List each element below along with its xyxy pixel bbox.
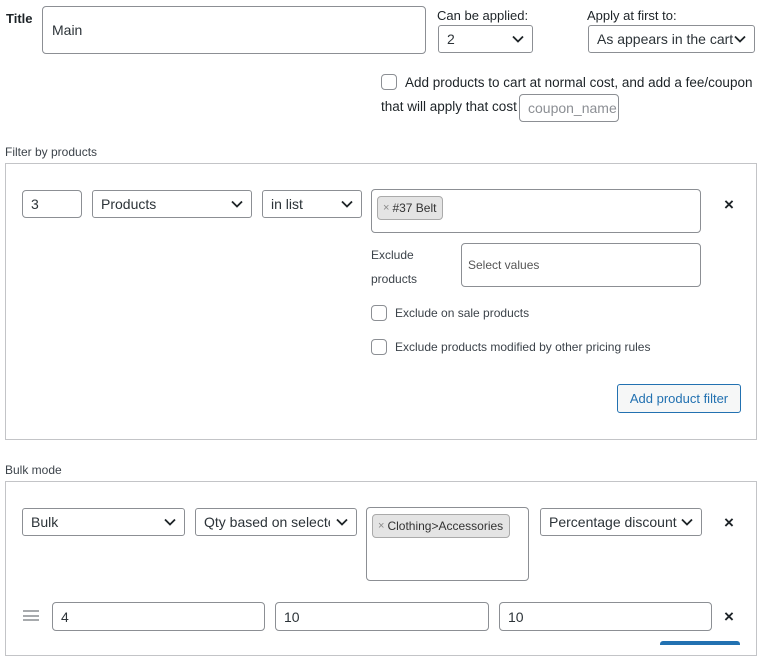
add-range-button[interactable] <box>660 641 740 645</box>
add-product-filter-button[interactable]: Add product filter <box>617 384 741 413</box>
qty-based-value: Qty based on selected categories <box>204 514 330 530</box>
remove-filter-icon[interactable]: × <box>724 196 734 213</box>
apply-first-label: Apply at first to: <box>587 8 677 23</box>
range-to-value: 10 <box>284 608 300 625</box>
exclude-modified-checkbox[interactable] <box>371 339 387 355</box>
bulk-mode-value: Bulk <box>31 514 59 530</box>
exclude-products-select[interactable]: Select values <box>461 243 701 287</box>
range-discount-input[interactable]: 10 <box>499 602 712 631</box>
remove-range-icon[interactable]: × <box>724 608 734 625</box>
exclude-on-sale-checkbox[interactable] <box>371 305 387 321</box>
range-discount-value: 10 <box>508 608 524 625</box>
range-to-input[interactable]: 10 <box>275 602 489 631</box>
apply-first-value: As appears in the cart <box>597 31 734 47</box>
title-input[interactable]: Main <box>42 6 426 54</box>
selected-product-tag[interactable]: × #37 Belt <box>377 196 444 220</box>
tag-label: #37 Belt <box>392 201 437 215</box>
normal-cost-text: Add products to cart at normal cost, and… <box>405 75 753 90</box>
chevron-down-icon <box>164 518 176 526</box>
exclude-label-2: products <box>371 272 418 286</box>
remove-bulk-icon[interactable]: × <box>724 514 734 531</box>
drag-handle-icon[interactable] <box>23 610 39 621</box>
category-tag[interactable]: × Clothing>Accessories <box>372 514 511 538</box>
bulk-mode-select[interactable]: Bulk <box>22 508 185 536</box>
filter-section-label: Filter by products <box>5 145 98 159</box>
filter-qty-value: 3 <box>31 196 39 212</box>
apply-first-select[interactable]: As appears in the cart <box>588 25 755 53</box>
title-value: Main <box>52 22 83 38</box>
range-from-input[interactable]: 4 <box>52 602 265 631</box>
exclude-placeholder: Select values <box>468 258 540 272</box>
filter-method-value: in list <box>271 196 303 212</box>
bulk-section-label: Bulk mode <box>5 463 62 477</box>
exclude-on-sale-label: Exclude on sale products <box>395 306 530 320</box>
normal-cost-text-2: that will apply that cost <box>381 99 517 114</box>
normal-cost-checkbox[interactable] <box>381 74 397 90</box>
discount-type-value: Percentage discount <box>549 514 677 530</box>
can-be-applied-select[interactable]: 2 <box>438 25 533 53</box>
exclude-modified-label: Exclude products modified by other prici… <box>395 340 651 354</box>
can-be-applied-value: 2 <box>447 31 455 47</box>
filter-type-value: Products <box>101 196 157 212</box>
coupon-name-placeholder: coupon_name <box>528 100 617 116</box>
chevron-down-icon <box>512 35 524 43</box>
tag-label: Clothing>Accessories <box>387 519 504 533</box>
coupon-name-input[interactable]: coupon_name <box>519 94 619 122</box>
chevron-down-icon <box>734 35 746 43</box>
filter-method-select[interactable]: in list <box>262 190 362 218</box>
discount-type-select[interactable]: Percentage discount <box>540 508 702 536</box>
chevron-down-icon <box>231 200 243 208</box>
chevron-down-icon <box>341 200 353 208</box>
title-label: Title <box>6 11 33 26</box>
range-from-value: 4 <box>61 608 69 625</box>
qty-based-select[interactable]: Qty based on selected categories <box>195 508 357 536</box>
filter-qty-input[interactable]: 3 <box>22 190 82 218</box>
tag-remove-icon[interactable]: × <box>378 520 384 532</box>
chevron-down-icon <box>336 518 348 526</box>
chevron-down-icon <box>681 518 693 526</box>
exclude-label: Exclude <box>371 248 414 262</box>
can-be-applied-label: Can be applied: <box>437 8 529 23</box>
tag-remove-icon[interactable]: × <box>383 202 389 214</box>
filter-type-select[interactable]: Products <box>92 190 252 218</box>
